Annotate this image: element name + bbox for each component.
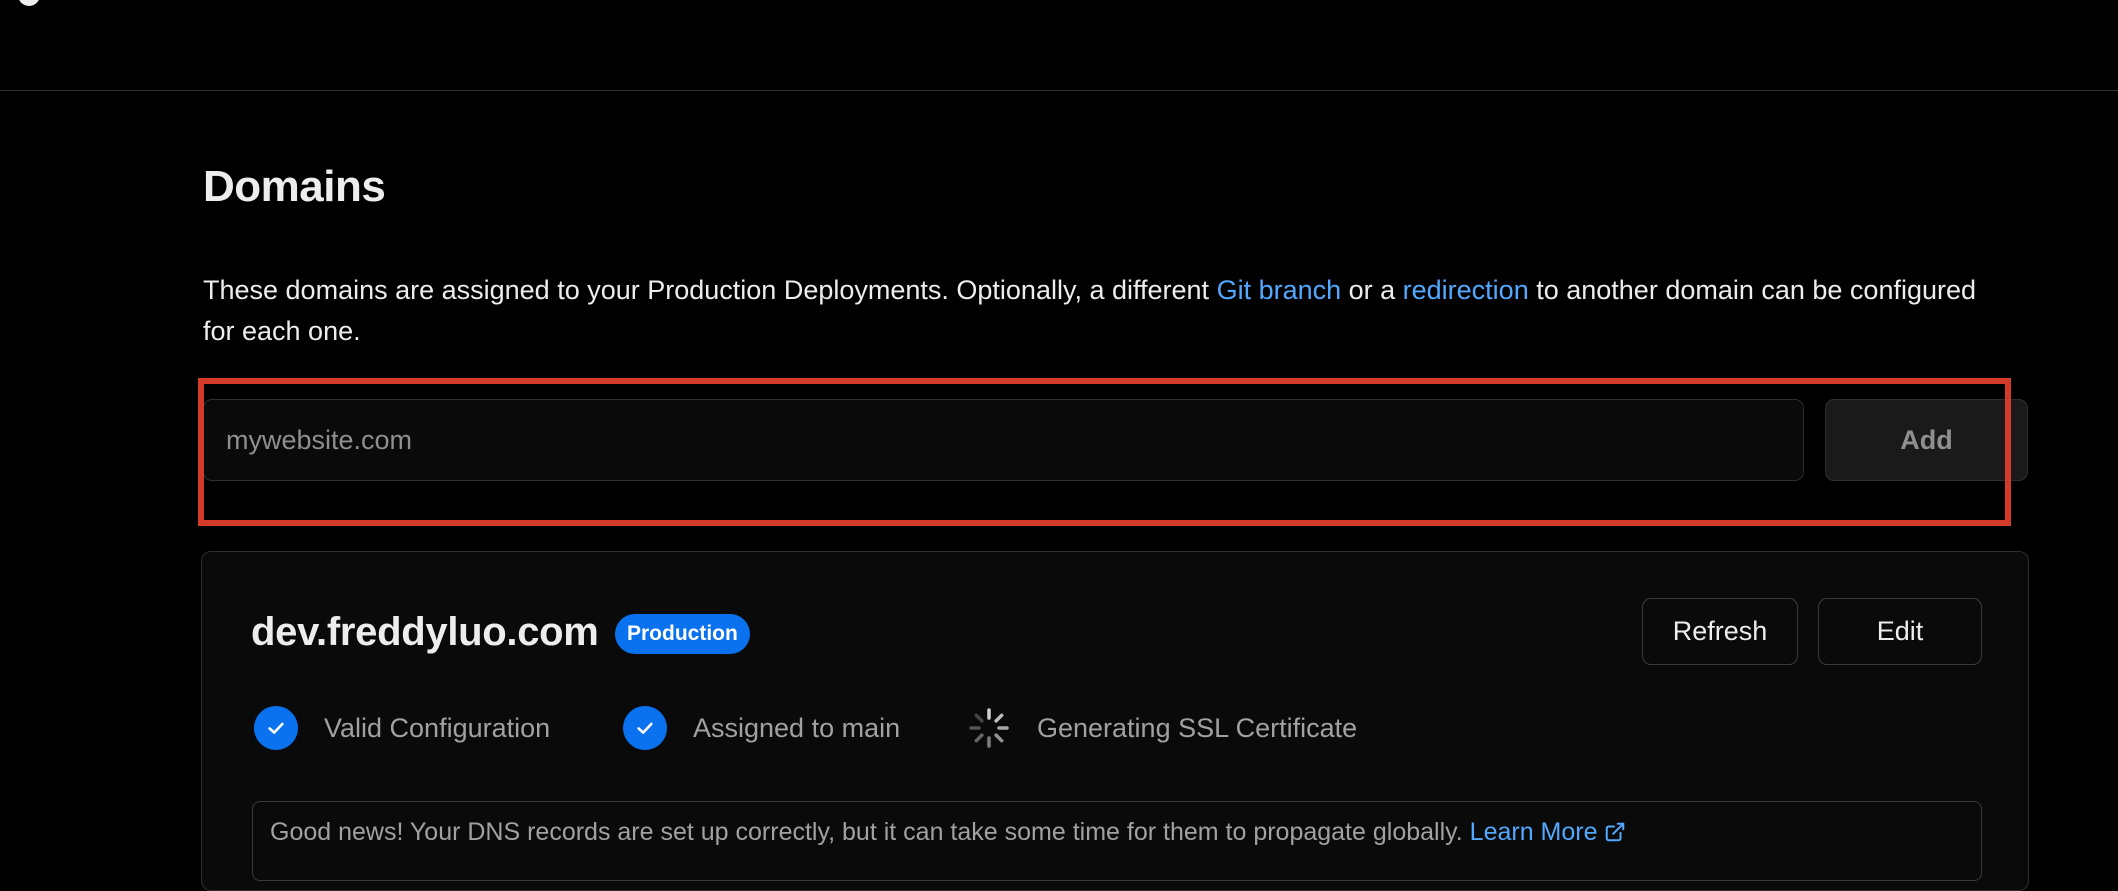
check-circle-icon (254, 706, 298, 750)
add-domain-button[interactable]: Add (1825, 399, 2028, 481)
spinner-icon (967, 706, 1011, 750)
logo-icon[interactable] (18, 0, 40, 6)
domain-card: dev.freddyluo.com Production Refresh Edi… (201, 551, 2029, 891)
status-valid-configuration: Valid Configuration (254, 706, 550, 750)
status-assigned-branch: Assigned to main (623, 706, 900, 750)
learn-more-link[interactable]: Learn More (1470, 818, 1626, 846)
external-link-icon (1604, 821, 1626, 850)
description-text-1: These domains are assigned to your Produ… (203, 275, 1217, 305)
description-text-2: or a (1341, 275, 1403, 305)
git-branch-link[interactable]: Git branch (1217, 275, 1342, 305)
top-navigation-bar (0, 0, 2118, 91)
redirection-link[interactable]: redirection (1403, 275, 1529, 305)
dns-notice: Good news! Your DNS records are set up c… (252, 801, 1982, 881)
learn-more-label: Learn More (1469, 818, 1598, 846)
check-circle-icon (623, 706, 667, 750)
notice-text: Good news! Your DNS records are set up c… (270, 818, 1470, 846)
domain-name[interactable]: dev.freddyluo.com (251, 610, 599, 655)
status-ssl-certificate: Generating SSL Certificate (967, 706, 1357, 750)
refresh-button[interactable]: Refresh (1642, 598, 1798, 665)
page-title: Domains (203, 162, 386, 211)
page-description: These domains are assigned to your Produ… (203, 270, 1993, 352)
status-label: Assigned to main (693, 712, 901, 743)
status-label: Generating SSL Certificate (1037, 712, 1358, 743)
environment-badge: Production (615, 614, 750, 654)
domain-input[interactable] (203, 399, 1804, 481)
edit-button[interactable]: Edit (1818, 598, 1982, 665)
add-domain-row: Add (203, 399, 2028, 481)
status-label: Valid Configuration (324, 712, 551, 743)
